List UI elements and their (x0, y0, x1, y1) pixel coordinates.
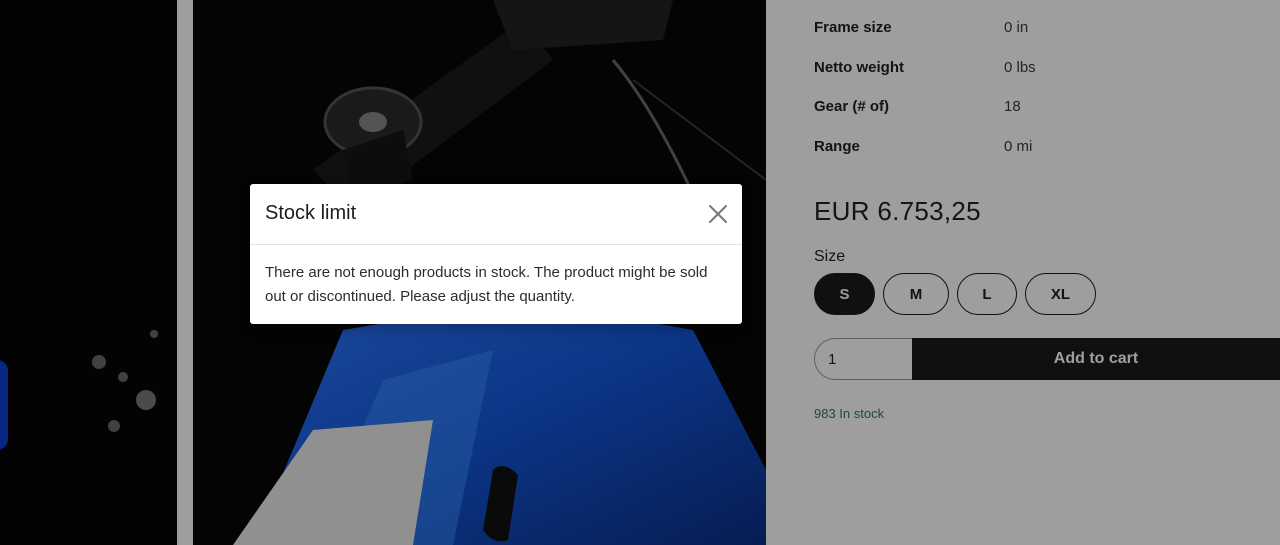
dialog-message: There are not enough products in stock. … (265, 264, 708, 305)
dialog-header: Stock limit (250, 184, 742, 245)
close-icon[interactable] (708, 204, 728, 224)
dialog-title: Stock limit (265, 202, 357, 224)
stock-limit-dialog: Stock limit There are not enough product… (250, 184, 742, 324)
